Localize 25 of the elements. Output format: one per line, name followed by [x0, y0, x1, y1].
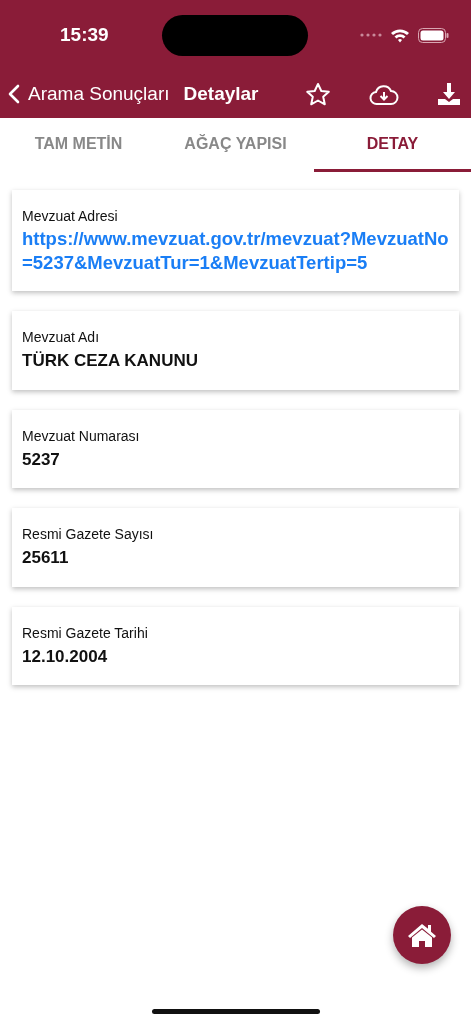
field-label: Mevzuat Adresi	[22, 207, 119, 226]
download-icon[interactable]	[437, 81, 461, 107]
cloud-download-icon[interactable]	[369, 82, 399, 106]
back-button[interactable]: Arama Sonuçları	[8, 79, 170, 109]
home-icon	[407, 922, 437, 948]
field-value: 5237	[22, 448, 61, 471]
field-value: 12.10.2004	[22, 645, 109, 668]
field-value: TÜRK CEZA KANUNU	[22, 350, 199, 373]
home-button[interactable]	[393, 906, 451, 964]
tab[interactable]: DETAY	[314, 118, 471, 172]
field-label: Resmi Gazete Sayısı	[22, 525, 155, 545]
back-chevron-icon	[8, 84, 20, 104]
field-label: Mevzuat Adı	[22, 328, 101, 348]
field-label: Resmi Gazete Tarihi	[22, 623, 149, 643]
field-value: 25611	[22, 547, 70, 570]
tab[interactable]: AĞAÇ YAPISI	[157, 118, 314, 172]
status-time: 15:39	[60, 22, 110, 47]
field-label: Mevzuat Numarası	[22, 426, 141, 446]
tab[interactable]: TAM METİN	[0, 118, 157, 172]
signal-icon	[360, 33, 382, 37]
wifi-icon	[390, 27, 410, 43]
battery-icon	[418, 27, 449, 43]
star-icon[interactable]	[305, 81, 331, 107]
page-title: Detaylar	[183, 81, 259, 106]
address-link[interactable]: https://www.mevzuat.gov.tr/mevzuat?MevzuatNo=5237&MevzuatTur=1&MevzuatTertip=5	[22, 227, 449, 276]
